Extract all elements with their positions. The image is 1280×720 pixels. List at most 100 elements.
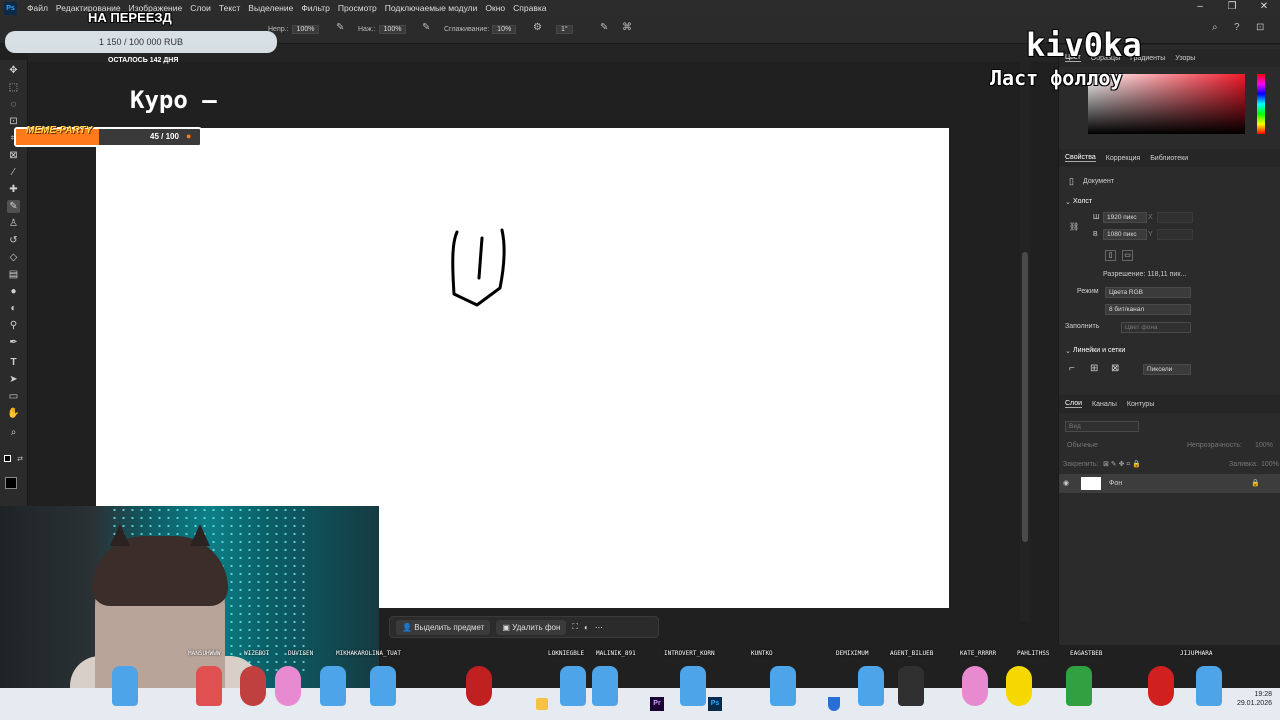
eye-icon[interactable]: ◉ xyxy=(1063,479,1069,487)
path-select-tool-icon[interactable]: ➤ xyxy=(7,373,20,386)
mask-icon[interactable]: ◐ xyxy=(584,623,589,632)
photoshop-taskbar-icon[interactable]: Ps xyxy=(708,697,722,711)
zoom-tool-icon[interactable]: ⌕ xyxy=(7,426,20,439)
menu-window[interactable]: Окно xyxy=(481,3,509,13)
default-colors-icon[interactable] xyxy=(4,455,11,462)
folder-icon[interactable] xyxy=(536,698,548,710)
photoshop-logo-icon[interactable]: Ps xyxy=(4,1,17,15)
hand-tool-icon[interactable]: ✋ xyxy=(7,407,20,420)
link-icon[interactable]: ⛓ xyxy=(1069,222,1079,231)
shape-tool-icon[interactable]: ▭ xyxy=(7,390,20,403)
x-field[interactable] xyxy=(1157,212,1193,223)
guides-icon[interactable]: ⊠ xyxy=(1111,363,1119,374)
close-icon[interactable]: ✕ xyxy=(1248,0,1280,16)
taskbar-clock[interactable]: 19:28 29.01.2026 xyxy=(1237,690,1272,708)
menu-filter[interactable]: Фильтр xyxy=(297,3,334,13)
pressure-opacity-icon[interactable]: ✎ xyxy=(336,22,344,33)
menu-text[interactable]: Текст xyxy=(215,3,244,13)
smoothing-option[interactable]: Сглаживание: 10% xyxy=(444,25,517,34)
select-subject-button[interactable]: 👤 Выделить предмет xyxy=(396,619,491,635)
smoothing-value[interactable]: 10% xyxy=(492,25,517,34)
hue-slider[interactable] xyxy=(1257,74,1265,134)
blend-mode-select[interactable]: Обычные xyxy=(1067,442,1098,449)
eraser-tool-icon[interactable]: ◇ xyxy=(7,251,20,264)
tab-layers[interactable]: Слои xyxy=(1065,400,1083,408)
chat-username: PAHLITHSS xyxy=(1017,650,1050,657)
remove-background-button[interactable]: ▣ Удалить фон xyxy=(496,619,567,635)
vertical-scrollbar[interactable] xyxy=(1020,62,1030,622)
swap-colors-icon[interactable]: ⇄ xyxy=(16,456,24,464)
grid-icon[interactable]: ⊞ xyxy=(1090,363,1098,374)
tab-adjustments[interactable]: Коррекция xyxy=(1106,155,1140,162)
search-icon[interactable]: ⌕ xyxy=(1212,22,1218,33)
share-icon[interactable]: ⊡ xyxy=(1256,22,1264,33)
help-icon[interactable]: ? xyxy=(1234,22,1240,33)
shield-icon[interactable] xyxy=(828,697,840,711)
symmetry-icon[interactable]: ⌘ xyxy=(622,22,632,33)
angle-value[interactable]: 1° xyxy=(556,25,573,34)
chevron-down-icon[interactable]: ⌄ xyxy=(1065,198,1071,206)
angle-option[interactable]: 1° xyxy=(553,25,573,34)
opacity-option[interactable]: Непр.: 100% xyxy=(268,25,320,34)
brush-tool-icon[interactable]: ✎ xyxy=(7,200,20,213)
ruler-icon[interactable]: ⌐ xyxy=(1069,363,1075,374)
smoothing-label: Сглаживание: xyxy=(444,26,490,33)
mode-select[interactable]: Цвета RGB xyxy=(1105,287,1191,298)
pressure-size-icon[interactable]: ✎ xyxy=(600,22,608,33)
tab-properties[interactable]: Свойства xyxy=(1065,154,1096,162)
y-field[interactable] xyxy=(1157,229,1193,240)
gear-icon[interactable]: ⚙ xyxy=(533,22,542,33)
premiere-icon[interactable]: Pr xyxy=(650,697,664,711)
width-field[interactable]: 1920 пикс xyxy=(1103,212,1147,223)
layer-search-input[interactable]: Вид xyxy=(1065,421,1139,432)
transform-icon[interactable]: ⛶ xyxy=(572,622,578,632)
history-brush-tool-icon[interactable]: ↺ xyxy=(7,234,20,247)
tab-patterns[interactable]: Узоры xyxy=(1175,55,1195,62)
type-tool-icon[interactable]: T xyxy=(7,356,20,369)
maximize-icon[interactable]: ❐ xyxy=(1216,0,1248,16)
lasso-tool-icon[interactable]: ◌ xyxy=(7,98,20,111)
gradient-tool-icon[interactable]: ▤ xyxy=(7,268,20,281)
menu-select[interactable]: Выделение xyxy=(244,3,297,13)
opacity-value[interactable]: 100% xyxy=(291,25,320,34)
scrollbar-thumb[interactable] xyxy=(1022,252,1028,542)
rulers-section-title[interactable]: Линейки и сетки xyxy=(1073,347,1125,354)
menu-view[interactable]: Просмотр xyxy=(334,3,381,13)
lock-icon[interactable]: ⊠ ✎ ✥ ⌗ 🔒 xyxy=(1103,460,1141,469)
layer-row[interactable]: ◉ Фон 🔒 xyxy=(1059,474,1280,493)
fill2-value[interactable]: 100% xyxy=(1261,461,1279,468)
tab-paths[interactable]: Контуры xyxy=(1127,401,1154,408)
height-field[interactable]: 1080 пикс xyxy=(1103,229,1147,240)
move-tool-icon[interactable]: ✥ xyxy=(7,64,20,77)
more-icon[interactable]: ⋯ xyxy=(595,623,603,632)
foreground-color-swatch[interactable] xyxy=(5,477,17,489)
stamp-tool-icon[interactable]: ♙ xyxy=(7,217,20,230)
eyedropper-tool-icon[interactable]: ⁄ xyxy=(7,166,20,179)
menu-file[interactable]: Файл xyxy=(23,3,52,13)
layer-opacity-value[interactable]: 100% xyxy=(1255,442,1273,449)
layer-name[interactable]: Фон xyxy=(1109,480,1122,487)
tab-channels[interactable]: Каналы xyxy=(1092,401,1117,408)
minimize-icon[interactable]: – xyxy=(1184,0,1216,16)
menu-layers[interactable]: Слои xyxy=(186,3,215,13)
fill-select[interactable]: Цвет фона xyxy=(1121,322,1191,333)
pressure-value[interactable]: 100% xyxy=(378,25,407,34)
flow-option[interactable]: Наж.: 100% xyxy=(358,25,407,34)
menu-help[interactable]: Справка xyxy=(509,3,550,13)
tab-libraries[interactable]: Библиотеки xyxy=(1150,155,1188,162)
airbrush-icon[interactable]: ✎ xyxy=(422,22,430,33)
landscape-icon[interactable]: ▭ xyxy=(1122,250,1133,261)
marquee-tool-icon[interactable]: ⬚ xyxy=(7,81,20,94)
dodge-tool-icon[interactable]: ◐ xyxy=(7,302,20,315)
pen-tool-icon[interactable]: ✒ xyxy=(7,336,20,349)
menu-plugins[interactable]: Подключаемые модули xyxy=(381,3,482,13)
portrait-icon[interactable]: ▯ xyxy=(1105,250,1116,261)
canvas-section-title[interactable]: Холст xyxy=(1073,198,1092,205)
healing-tool-icon[interactable]: ✚ xyxy=(7,183,20,196)
bits-select[interactable]: 8 бит/канал xyxy=(1105,304,1191,315)
units-select[interactable]: Пиксели xyxy=(1143,364,1191,375)
blur-tool-icon[interactable]: ● xyxy=(7,285,20,298)
frame-tool-icon[interactable]: ⊠ xyxy=(7,149,20,162)
zoom-small-tool-icon[interactable]: ⚲ xyxy=(7,319,20,332)
chevron-down-icon[interactable]: ⌄ xyxy=(1065,347,1071,355)
